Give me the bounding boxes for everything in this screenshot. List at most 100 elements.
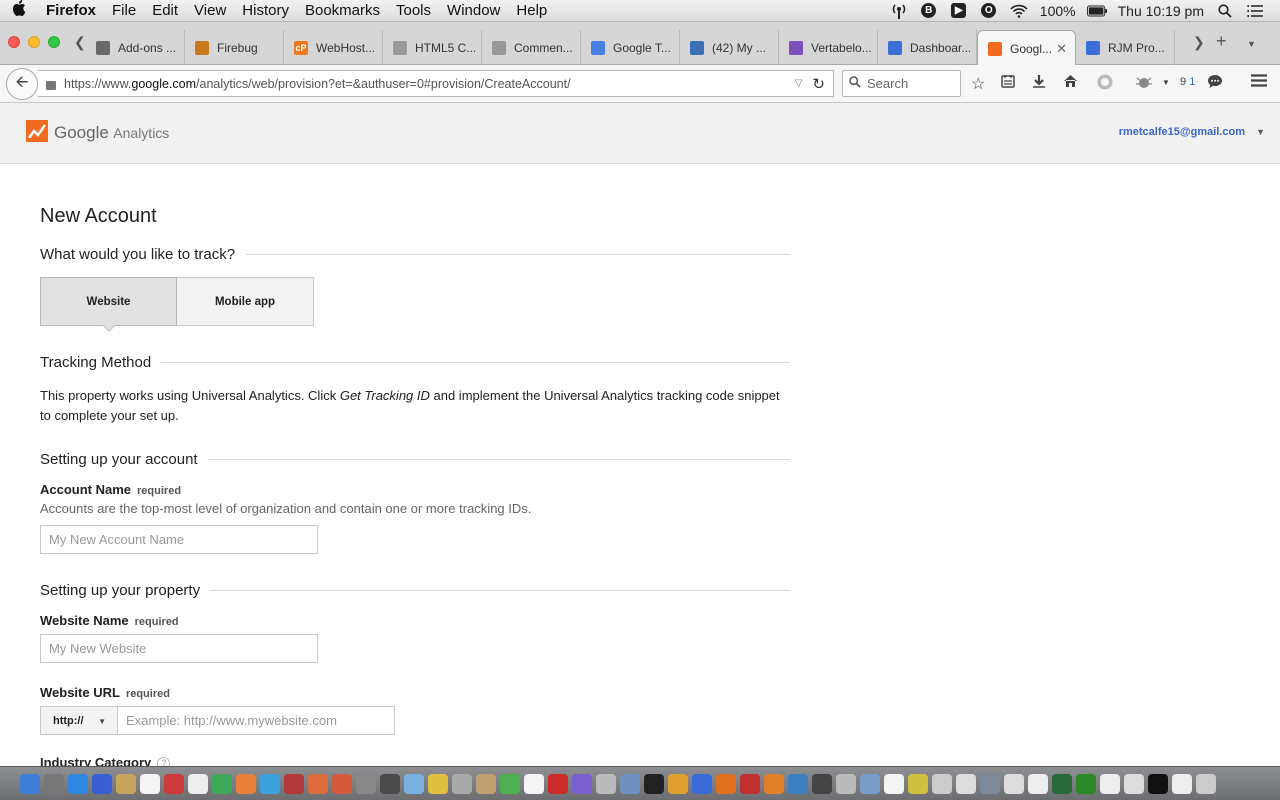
firebug-dropdown-icon[interactable]: ▼	[1162, 78, 1170, 87]
home-icon[interactable]	[1063, 74, 1078, 93]
tab-close-icon[interactable]: ✕	[1056, 41, 1067, 57]
dock-app-icon[interactable]	[212, 773, 232, 794]
browser-tab[interactable]: Dashboar...	[878, 30, 977, 65]
addon-counter[interactable]: 9 1	[1180, 76, 1195, 88]
notification-center-icon[interactable]	[1245, 3, 1265, 19]
airplay-icon[interactable]: ▶	[949, 3, 969, 19]
downloads-icon[interactable]	[1032, 74, 1046, 93]
dock-app-icon[interactable]	[356, 773, 376, 794]
dock-app-icon[interactable]	[884, 773, 904, 794]
bookmark-star-icon[interactable]: ☆	[971, 74, 985, 94]
dock-app-icon[interactable]	[1196, 773, 1216, 794]
hamburger-menu-icon[interactable]	[1251, 74, 1267, 92]
dock-app-icon[interactable]	[332, 773, 352, 794]
dock-app-icon[interactable]	[476, 773, 496, 794]
browser-tab[interactable]: Firebug	[185, 30, 284, 65]
dock-app-icon[interactable]	[620, 773, 640, 794]
signal-icon[interactable]	[889, 3, 909, 19]
reload-icon[interactable]: ↻	[812, 75, 825, 93]
menu-bookmarks[interactable]: Bookmarks	[297, 2, 388, 19]
dock-app-icon[interactable]	[20, 773, 40, 794]
reading-list-icon[interactable]	[1001, 74, 1015, 93]
app-menu-firefox[interactable]: Firefox	[38, 2, 104, 19]
dock-app-icon[interactable]	[1076, 773, 1096, 794]
user-email[interactable]: rmetcalfe15@gmail.com	[1119, 126, 1245, 138]
dock-app-icon[interactable]	[116, 773, 136, 794]
dock-app-icon[interactable]	[68, 773, 88, 794]
tab-list-dropdown-icon[interactable]: ▼	[1247, 39, 1256, 49]
dock-app-icon[interactable]	[44, 773, 64, 794]
window-minimize-button[interactable]	[28, 36, 40, 48]
dock-app-icon[interactable]	[788, 773, 808, 794]
dock-app-icon[interactable]	[500, 773, 520, 794]
wifi-icon[interactable]	[1009, 3, 1029, 19]
url-text[interactable]: https://www.google.com/analytics/web/pro…	[64, 77, 795, 91]
dock-app-icon[interactable]	[428, 773, 448, 794]
dock-app-icon[interactable]	[1004, 773, 1024, 794]
dock-app-icon[interactable]	[140, 773, 160, 794]
dock-app-icon[interactable]	[1028, 773, 1048, 794]
clock[interactable]: Thu 10:19 pm	[1118, 3, 1204, 19]
dock-app-icon[interactable]	[404, 773, 424, 794]
menu-edit[interactable]: Edit	[144, 2, 186, 19]
tab-scroll-left-icon[interactable]: ❮	[74, 34, 86, 51]
dock-app-icon[interactable]	[692, 773, 712, 794]
dock-app-icon[interactable]	[260, 773, 280, 794]
dock-app-icon[interactable]	[1100, 773, 1120, 794]
mobile-app-toggle-button[interactable]: Mobile app	[177, 277, 314, 326]
back-button[interactable]: 🡨	[6, 68, 38, 100]
dock-app-icon[interactable]	[1172, 773, 1192, 794]
dock-app-icon[interactable]	[1148, 773, 1168, 794]
browser-tab[interactable]: cP WebHost...	[284, 30, 383, 65]
dock-app-icon[interactable]	[956, 773, 976, 794]
search-bar[interactable]: Search	[842, 70, 961, 97]
menu-help[interactable]: Help	[508, 2, 555, 19]
chat-icon[interactable]	[1207, 74, 1223, 94]
browser-tab[interactable]: Commen...	[482, 30, 581, 65]
browser-tab[interactable]: HTML5 C...	[383, 30, 482, 65]
dock-app-icon[interactable]	[1124, 773, 1144, 794]
dock-app-icon[interactable]	[452, 773, 472, 794]
dock-app-icon[interactable]	[668, 773, 688, 794]
o-circle-icon[interactable]: O	[979, 3, 999, 19]
browser-tab[interactable]: Google T...	[581, 30, 680, 65]
sync-icon[interactable]	[1096, 73, 1114, 96]
tab-scroll-right-icon[interactable]: ❯	[1193, 34, 1205, 51]
dock-app-icon[interactable]	[836, 773, 856, 794]
dock-app-icon[interactable]	[572, 773, 592, 794]
dock-app-icon[interactable]	[980, 773, 1000, 794]
dock-app-icon[interactable]	[644, 773, 664, 794]
dock-app-icon[interactable]	[308, 773, 328, 794]
window-close-button[interactable]	[8, 36, 20, 48]
website-name-input[interactable]: My New Website	[40, 634, 318, 663]
address-bar[interactable]: https://www.google.com/analytics/web/pro…	[38, 70, 834, 97]
browser-tab[interactable]: RJM Pro...	[1076, 30, 1175, 65]
ga-brand[interactable]: Google Analytics	[54, 123, 169, 143]
menu-tools[interactable]: Tools	[388, 2, 439, 19]
dock-app-icon[interactable]	[812, 773, 832, 794]
dock-app-icon[interactable]	[92, 773, 112, 794]
battery-icon[interactable]	[1086, 3, 1107, 19]
website-url-input[interactable]: Example: http://www.mywebsite.com	[117, 706, 395, 735]
new-tab-icon[interactable]: +	[1216, 31, 1227, 52]
protocol-select[interactable]: http://▼	[40, 706, 118, 735]
menu-file[interactable]: File	[104, 2, 144, 19]
account-dropdown-icon[interactable]: ▼	[1256, 127, 1265, 137]
dock-app-icon[interactable]	[548, 773, 568, 794]
dock-app-icon[interactable]	[860, 773, 880, 794]
menu-view[interactable]: View	[186, 2, 234, 19]
b-circle-icon[interactable]: B	[919, 3, 939, 19]
dock-app-icon[interactable]	[284, 773, 304, 794]
dock-app-icon[interactable]	[740, 773, 760, 794]
dock-app-icon[interactable]	[380, 773, 400, 794]
menu-window[interactable]: Window	[439, 2, 508, 19]
spotlight-search-icon[interactable]	[1215, 3, 1235, 19]
browser-tab[interactable]: Add-ons ...	[86, 30, 185, 65]
window-zoom-button[interactable]	[48, 36, 60, 48]
dock-app-icon[interactable]	[908, 773, 928, 794]
account-name-input[interactable]: My New Account Name	[40, 525, 318, 554]
browser-tab[interactable]: Googl... ✕	[977, 30, 1076, 66]
apple-menu-icon[interactable]	[0, 0, 38, 21]
website-toggle-button[interactable]: Website	[40, 277, 177, 326]
dock-app-icon[interactable]	[716, 773, 736, 794]
